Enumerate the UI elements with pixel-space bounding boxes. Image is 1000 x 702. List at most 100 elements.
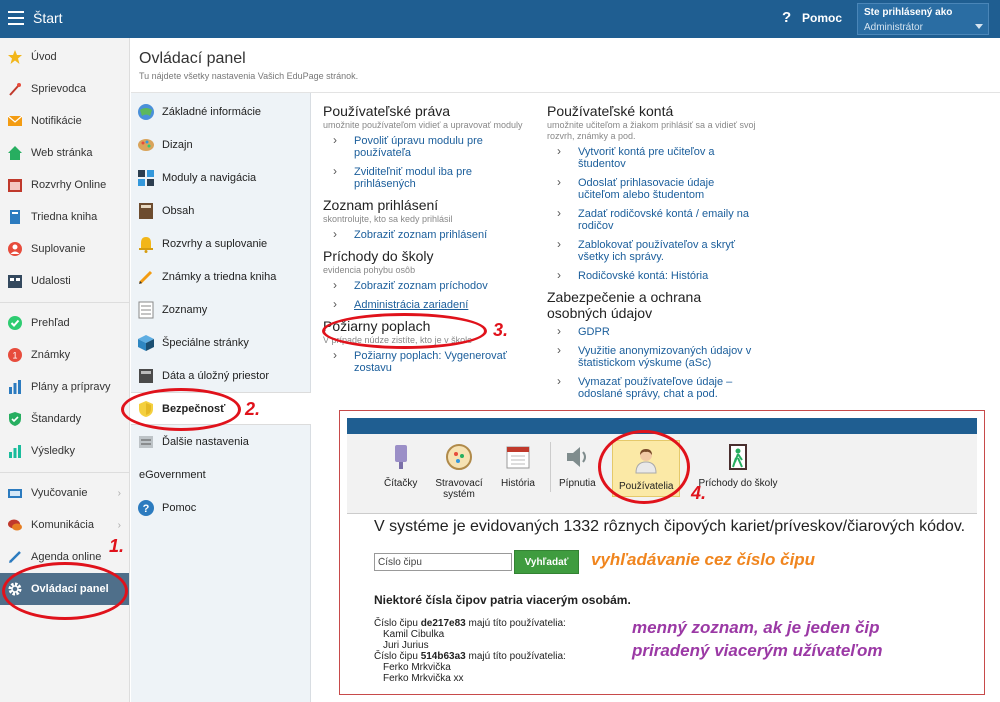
sidebar-item-standardy[interactable]: Štandardy xyxy=(0,403,129,435)
settings-icon xyxy=(139,435,153,448)
section-pouzivatelske-konta: Používateľské kontá umožnite učiteľom a … xyxy=(547,103,757,282)
sidebar-item-label: Web stránka xyxy=(31,147,93,159)
list-icon xyxy=(138,301,154,318)
sidebar-item-label: Sprievodca xyxy=(31,83,87,95)
sidebar-item-label: Suplovanie xyxy=(31,243,86,255)
chip-code: 514b63a3 xyxy=(420,651,466,662)
sidebar-item-label: Prehľad xyxy=(31,317,70,329)
submenu-item-label: Zoznamy xyxy=(162,303,208,316)
link-zobrazit-prichody[interactable]: Zobraziť zoznam príchodov xyxy=(323,279,523,292)
link-odoslat-udaje[interactable]: Odoslať prihlasovacie údaje učiteľom ale… xyxy=(547,176,757,201)
shared-chips-list: Číslo čipu de217e83 majú títo používatel… xyxy=(374,618,566,684)
link-administracia-zariadeni[interactable]: Administrácia zariadení xyxy=(323,298,523,311)
link-zviditelnit-modul[interactable]: Zviditeľniť modul iba pre prihlásených xyxy=(323,165,523,190)
submenu-item-specialne[interactable]: Špeciálne stránky xyxy=(131,326,310,359)
link-rodicovske-konta-historia[interactable]: Rodičovské kontá: História xyxy=(547,269,757,282)
sidebar-item-web[interactable]: Web stránka xyxy=(0,137,129,169)
link-zadat-rodicovske-konta[interactable]: Zadať rodičovské kontá / emaily na rodič… xyxy=(547,207,757,232)
reader-icon xyxy=(394,445,407,469)
person-icon xyxy=(8,242,22,256)
sidebar-item-label: Komunikácia xyxy=(31,519,94,531)
sidebar-item-label: Vyučovanie xyxy=(31,487,88,499)
grades-icon: 1 xyxy=(8,348,22,362)
chip-user: Juri Jurius xyxy=(383,640,429,651)
section-prichody-do-skoly: Príchody do školy evidencia pohybu osôb … xyxy=(323,248,523,311)
sidebar-item-notifikacie[interactable]: Notifikácie xyxy=(0,105,129,137)
section-pouzivatelske-prava: Používateľské práva umožnite používateľo… xyxy=(323,103,523,190)
chip-user: Ferko Mrkvička xx xyxy=(383,673,464,684)
section-zoznam-prihlaseni: Zoznam prihlásení skontrolujte, kto sa k… xyxy=(323,197,523,241)
content-column-2: Používateľské kontá umožnite učiteľom a … xyxy=(547,103,757,407)
link-poziarny-poplach[interactable]: Požiarny poplach: Vygenerovať zostavu xyxy=(323,349,523,374)
tool-label: Čítačky xyxy=(384,478,418,489)
submenu-item-znamky[interactable]: Známky a triedna kniha xyxy=(131,260,310,293)
speaker-icon xyxy=(567,447,587,467)
tool-citacky[interactable]: Čítačky xyxy=(384,442,417,489)
submenu-item-label: Rozvrhy a suplovanie xyxy=(162,237,268,250)
sidebar-item-vyucovanie[interactable]: Vyučovanie › xyxy=(0,477,129,509)
submenu-item-dizajn[interactable]: Dizajn xyxy=(131,128,310,161)
link-vytvorit-konta[interactable]: Vytvoriť kontá pre učiteľov a študentov xyxy=(547,145,757,170)
hamburger-menu-icon[interactable] xyxy=(8,11,24,25)
sidebar-item-sprievodca[interactable]: Sprievodca xyxy=(0,73,129,105)
chip-number-input[interactable] xyxy=(374,553,512,571)
tool-pipnutia[interactable]: Pípnutia xyxy=(559,442,596,489)
storage-icon xyxy=(139,368,153,383)
submenu-item-label: Špeciálne stránky xyxy=(162,336,249,349)
user-account-dropdown[interactable]: Ste prihlásený ako Administrátor xyxy=(857,3,989,35)
teaching-icon xyxy=(8,489,22,498)
link-zablokovat-pouzivatelov[interactable]: Zablokovať používateľov a skryť všetky i… xyxy=(547,238,757,263)
submenu-item-data[interactable]: Dáta a úložný priestor xyxy=(131,359,310,392)
sidebar-item-prehlad[interactable]: Prehľad xyxy=(0,307,129,339)
submenu-item-pomoc[interactable]: ? Pomoc xyxy=(131,491,310,524)
submenu-item-zakladne-informacie[interactable]: Základné informácie xyxy=(131,95,310,128)
wand-icon xyxy=(9,83,21,96)
submenu-item-label: Ďalšie nastavenia xyxy=(162,435,249,448)
submenu-item-rozvrhy[interactable]: Rozvrhy a suplovanie xyxy=(131,227,310,260)
submenu-item-obsah[interactable]: Obsah xyxy=(131,194,310,227)
tool-prichody-do-skoly[interactable]: Príchody do školy xyxy=(693,442,783,489)
chip-code: de217e83 xyxy=(420,618,466,629)
shield-check-icon xyxy=(9,412,21,426)
help-link[interactable]: Pomoc xyxy=(802,11,842,25)
sidebar-item-udalosti[interactable]: Udalosti xyxy=(0,265,129,297)
link-anonymizovane-udaje[interactable]: Využitie anonymizovaných údajov v štatis… xyxy=(547,344,757,369)
sidebar-item-suplovanie[interactable]: Suplovanie xyxy=(0,233,129,265)
submenu-item-dalsie-nastavenia[interactable]: Ďalšie nastavenia xyxy=(131,425,310,458)
sidebar-item-label: Triedna kniha xyxy=(31,211,98,223)
search-button[interactable]: Vyhľadať xyxy=(514,550,579,574)
submenu-item-egovernment[interactable]: eGovernment xyxy=(131,458,310,491)
link-vymazat-udaje[interactable]: Vymazať používateľove údaje – odoslané s… xyxy=(547,375,757,400)
annotation-number-4: 4. xyxy=(691,483,707,503)
tool-stravovaci-system[interactable]: Stravovací systém xyxy=(431,442,487,500)
sidebar-item-uvod[interactable]: Úvod xyxy=(0,41,129,73)
sidebar-item-vysledky[interactable]: Výsledky xyxy=(0,435,129,467)
sidebar-item-znamky[interactable]: 1 Známky xyxy=(0,339,129,371)
help-icon: ? xyxy=(138,499,154,516)
sidebar-item-plany[interactable]: Plány a prípravy xyxy=(0,371,129,403)
tool-historia[interactable]: História xyxy=(501,442,535,489)
help-icon[interactable]: ? xyxy=(782,9,791,26)
top-bar: Štart ? Pomoc Ste prihlásený ako Adminis… xyxy=(0,0,1000,38)
book-icon xyxy=(10,210,20,224)
sidebar-item-rozvrhy[interactable]: Rozvrhy Online xyxy=(0,169,129,201)
envelope-icon xyxy=(7,115,23,126)
star-icon xyxy=(8,50,22,64)
section-description: umožnite používateľom vidieť a upravovať… xyxy=(323,120,523,130)
section-title: Príchody do školy xyxy=(323,248,434,264)
sidebar-item-triedna-kniha[interactable]: Triedna kniha xyxy=(0,201,129,233)
submenu-item-moduly[interactable]: Moduly a navigácia xyxy=(131,161,310,194)
submenu-item-zoznamy[interactable]: Zoznamy xyxy=(131,293,310,326)
sidebar-item-label: Rozvrhy Online xyxy=(31,179,107,191)
chevron-down-icon xyxy=(975,24,983,29)
annotation-ring-2 xyxy=(121,388,241,431)
cube-icon xyxy=(138,334,154,351)
chip-user: Kamil Cibulka xyxy=(383,629,445,640)
app-title[interactable]: Štart xyxy=(33,10,63,26)
content-icon xyxy=(139,202,153,219)
link-zobrazit-prihlasenia[interactable]: Zobraziť zoznam prihlásení xyxy=(323,228,523,241)
link-povolit-upravu[interactable]: Povoliť úpravu modulu pre používateľa xyxy=(323,134,523,159)
section-description: skontrolujte, kto sa kedy prihlásil xyxy=(323,214,453,224)
link-gdpr[interactable]: GDPR xyxy=(547,325,757,338)
user-label: Ste prihlásený ako xyxy=(864,7,953,18)
